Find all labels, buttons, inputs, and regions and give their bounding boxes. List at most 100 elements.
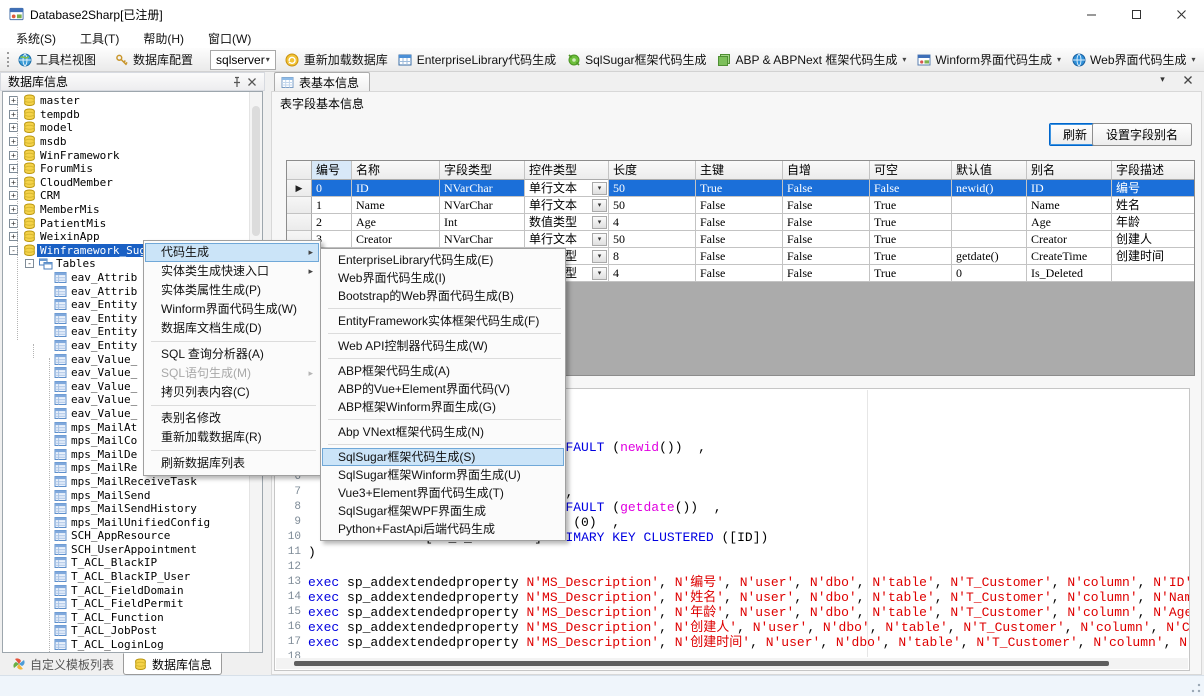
grid-cell[interactable]: Is_Deleted — [1027, 265, 1112, 282]
combo-dropdown-icon[interactable]: ▾ — [592, 182, 607, 195]
grid-cell[interactable]: Name — [1027, 197, 1112, 214]
tree-item[interactable]: T_ACL_FieldPermit — [3, 597, 248, 611]
toolbar-button[interactable]: SqlSugar框架代码生成 — [561, 49, 711, 70]
grid-cell[interactable]: CreateTime — [1027, 248, 1112, 265]
grid-cell[interactable]: False — [783, 231, 870, 248]
context-menu-item[interactable]: EnterpriseLibrary代码生成(E) — [322, 251, 564, 269]
grid-cell[interactable]: 单行文本▾ — [525, 231, 609, 248]
context-menu-item[interactable]: ABP框架Winform界面生成(G) — [322, 398, 564, 416]
grid-cell[interactable]: 创建时间 — [1112, 248, 1195, 265]
context-menu-item[interactable]: SQL 查询分析器(A) — [145, 345, 319, 364]
context-menu-item[interactable]: 拷贝列表内容(C) — [145, 383, 319, 402]
grid-cell[interactable]: 4 — [609, 214, 696, 231]
row-selector-cell[interactable] — [287, 214, 312, 231]
grid-column-header[interactable]: 字段描述 — [1112, 161, 1195, 180]
menubar-item[interactable]: 窗口(W) — [199, 28, 260, 49]
grid-cell[interactable]: Int — [440, 214, 525, 231]
tab-close-icon[interactable] — [1180, 72, 1195, 87]
tree-item[interactable]: +msdb — [3, 135, 248, 149]
tree-item[interactable]: T_ACL_Function — [3, 611, 248, 625]
grid-cell[interactable]: True — [870, 248, 952, 265]
grid-cell[interactable]: False — [870, 180, 952, 197]
grid-cell[interactable] — [1112, 265, 1195, 282]
grid-cell[interactable]: True — [870, 214, 952, 231]
toolbar-button[interactable]: Winform界面代码生成▾ — [911, 49, 1066, 70]
grid-cell[interactable]: newid() — [952, 180, 1027, 197]
grid-cell[interactable]: False — [783, 197, 870, 214]
context-menu-item[interactable]: SqlSugar框架WPF界面生成 — [322, 502, 564, 520]
row-selector-cell[interactable] — [287, 197, 312, 214]
grid-cell[interactable]: 姓名 — [1112, 197, 1195, 214]
row-selector-cell[interactable]: ▶ — [287, 180, 312, 197]
toolbar-button[interactable]: ABP & ABPNext 框架代码生成▾ — [712, 49, 912, 70]
combo-dropdown-icon[interactable]: ▾ — [592, 199, 607, 212]
grid-cell[interactable] — [952, 231, 1027, 248]
grid-cell[interactable]: 数值类型▾ — [525, 214, 609, 231]
grid-column-header[interactable]: 长度 — [609, 161, 696, 180]
grid-cell[interactable]: ID — [352, 180, 440, 197]
tree-item[interactable]: +WinFramework — [3, 148, 248, 162]
grid-cell[interactable]: 50 — [609, 231, 696, 248]
context-menu-item[interactable]: 代码生成▸ — [145, 243, 319, 262]
context-menu-item[interactable]: 实体类属性生成(P) — [145, 281, 319, 300]
context-menu-item[interactable]: Web API控制器代码生成(W) — [322, 337, 564, 355]
grid-column-header[interactable]: 默认值 — [952, 161, 1027, 180]
tree-item[interactable]: mps_MailSendHistory — [3, 502, 248, 516]
context-menu-item[interactable]: Vue3+Element界面代码生成(T) — [322, 484, 564, 502]
context-menu-item[interactable]: Python+FastApi后端代码生成 — [322, 520, 564, 538]
context-menu-item[interactable]: Winform界面代码生成(W) — [145, 300, 319, 319]
grid-cell[interactable]: 0 — [952, 265, 1027, 282]
horizontal-scrollbar[interactable] — [276, 658, 1188, 669]
context-menu-item[interactable]: 重新加载数据库(R) — [145, 428, 319, 447]
grid-cell[interactable]: NVarChar — [440, 197, 525, 214]
dock-close-icon[interactable] — [244, 74, 259, 89]
context-menu-item[interactable]: SQL语句生成(M)▸ — [145, 364, 319, 383]
scrollbar-thumb[interactable] — [294, 661, 1109, 666]
tree-item[interactable]: +MemberMis — [3, 203, 248, 217]
grid-cell[interactable]: 单行文本▾ — [525, 197, 609, 214]
tree-item[interactable]: mps_MailReceiveTask — [3, 475, 248, 489]
grid-cell[interactable]: 单行文本▾ — [525, 180, 609, 197]
tree-item[interactable]: T_ACL_JobPost — [3, 624, 248, 638]
bottom-tab-inactive[interactable]: 自定义模板列表 — [2, 653, 123, 675]
tree-item[interactable]: T_ACL_BlackIP_User — [3, 570, 248, 584]
tree-item[interactable]: +tempdb — [3, 108, 248, 122]
combo-dropdown-icon[interactable]: ▾ — [592, 267, 607, 280]
set-field-alias-button[interactable]: 设置字段别名 — [1092, 123, 1192, 146]
grid-cell[interactable]: False — [696, 214, 783, 231]
collapse-box-icon[interactable]: - — [25, 259, 34, 268]
grid-cell[interactable]: False — [783, 248, 870, 265]
grid-cell[interactable]: 2 — [312, 214, 352, 231]
combo-dropdown-icon[interactable]: ▾ — [592, 216, 607, 229]
grid-column-header[interactable]: 字段类型 — [440, 161, 525, 180]
grid-column-header[interactable]: 自增 — [783, 161, 870, 180]
grid-cell[interactable]: ID — [1027, 180, 1112, 197]
context-menu-item[interactable]: ABP框架代码生成(A) — [322, 362, 564, 380]
tree-item[interactable]: mps_MailUnifiedConfig — [3, 515, 248, 529]
grid-cell[interactable]: False — [696, 265, 783, 282]
combo-dropdown-icon[interactable]: ▾ — [592, 250, 607, 263]
maximize-icon[interactable] — [1114, 0, 1159, 28]
tree-item[interactable]: mps_MailSend — [3, 488, 248, 502]
grid-cell[interactable]: True — [696, 180, 783, 197]
context-menu-item[interactable]: 实体类生成快速入口▸ — [145, 262, 319, 281]
database-type-combo[interactable]: sqlserver▾ — [210, 50, 276, 70]
resize-grip[interactable] — [1190, 682, 1202, 694]
grid-cell[interactable]: 50 — [609, 197, 696, 214]
grid-cell[interactable]: Age — [352, 214, 440, 231]
grid-cell[interactable]: False — [696, 197, 783, 214]
grid-column-header[interactable]: 可空 — [870, 161, 952, 180]
tree-item[interactable]: +master — [3, 94, 248, 108]
toolbar-button[interactable]: EnterpriseLibrary代码生成 — [393, 49, 561, 70]
tree-item[interactable]: +CRM — [3, 189, 248, 203]
grid-cell[interactable]: 编号 — [1112, 180, 1195, 197]
grid-cell[interactable]: False — [783, 214, 870, 231]
menubar-item[interactable]: 系统(S) — [7, 28, 65, 49]
context-menu-item[interactable]: ABP的Vue+Element界面代码(V) — [322, 380, 564, 398]
grid-cell[interactable] — [952, 197, 1027, 214]
grid-cell[interactable]: Name — [352, 197, 440, 214]
menubar-item[interactable]: 帮助(H) — [134, 28, 193, 49]
context-menu-item[interactable]: EntityFramework实体框架代码生成(F) — [322, 312, 564, 330]
grid-column-header[interactable]: 编号 — [312, 161, 352, 180]
toolbar-button[interactable]: 数据库配置 — [109, 49, 198, 70]
